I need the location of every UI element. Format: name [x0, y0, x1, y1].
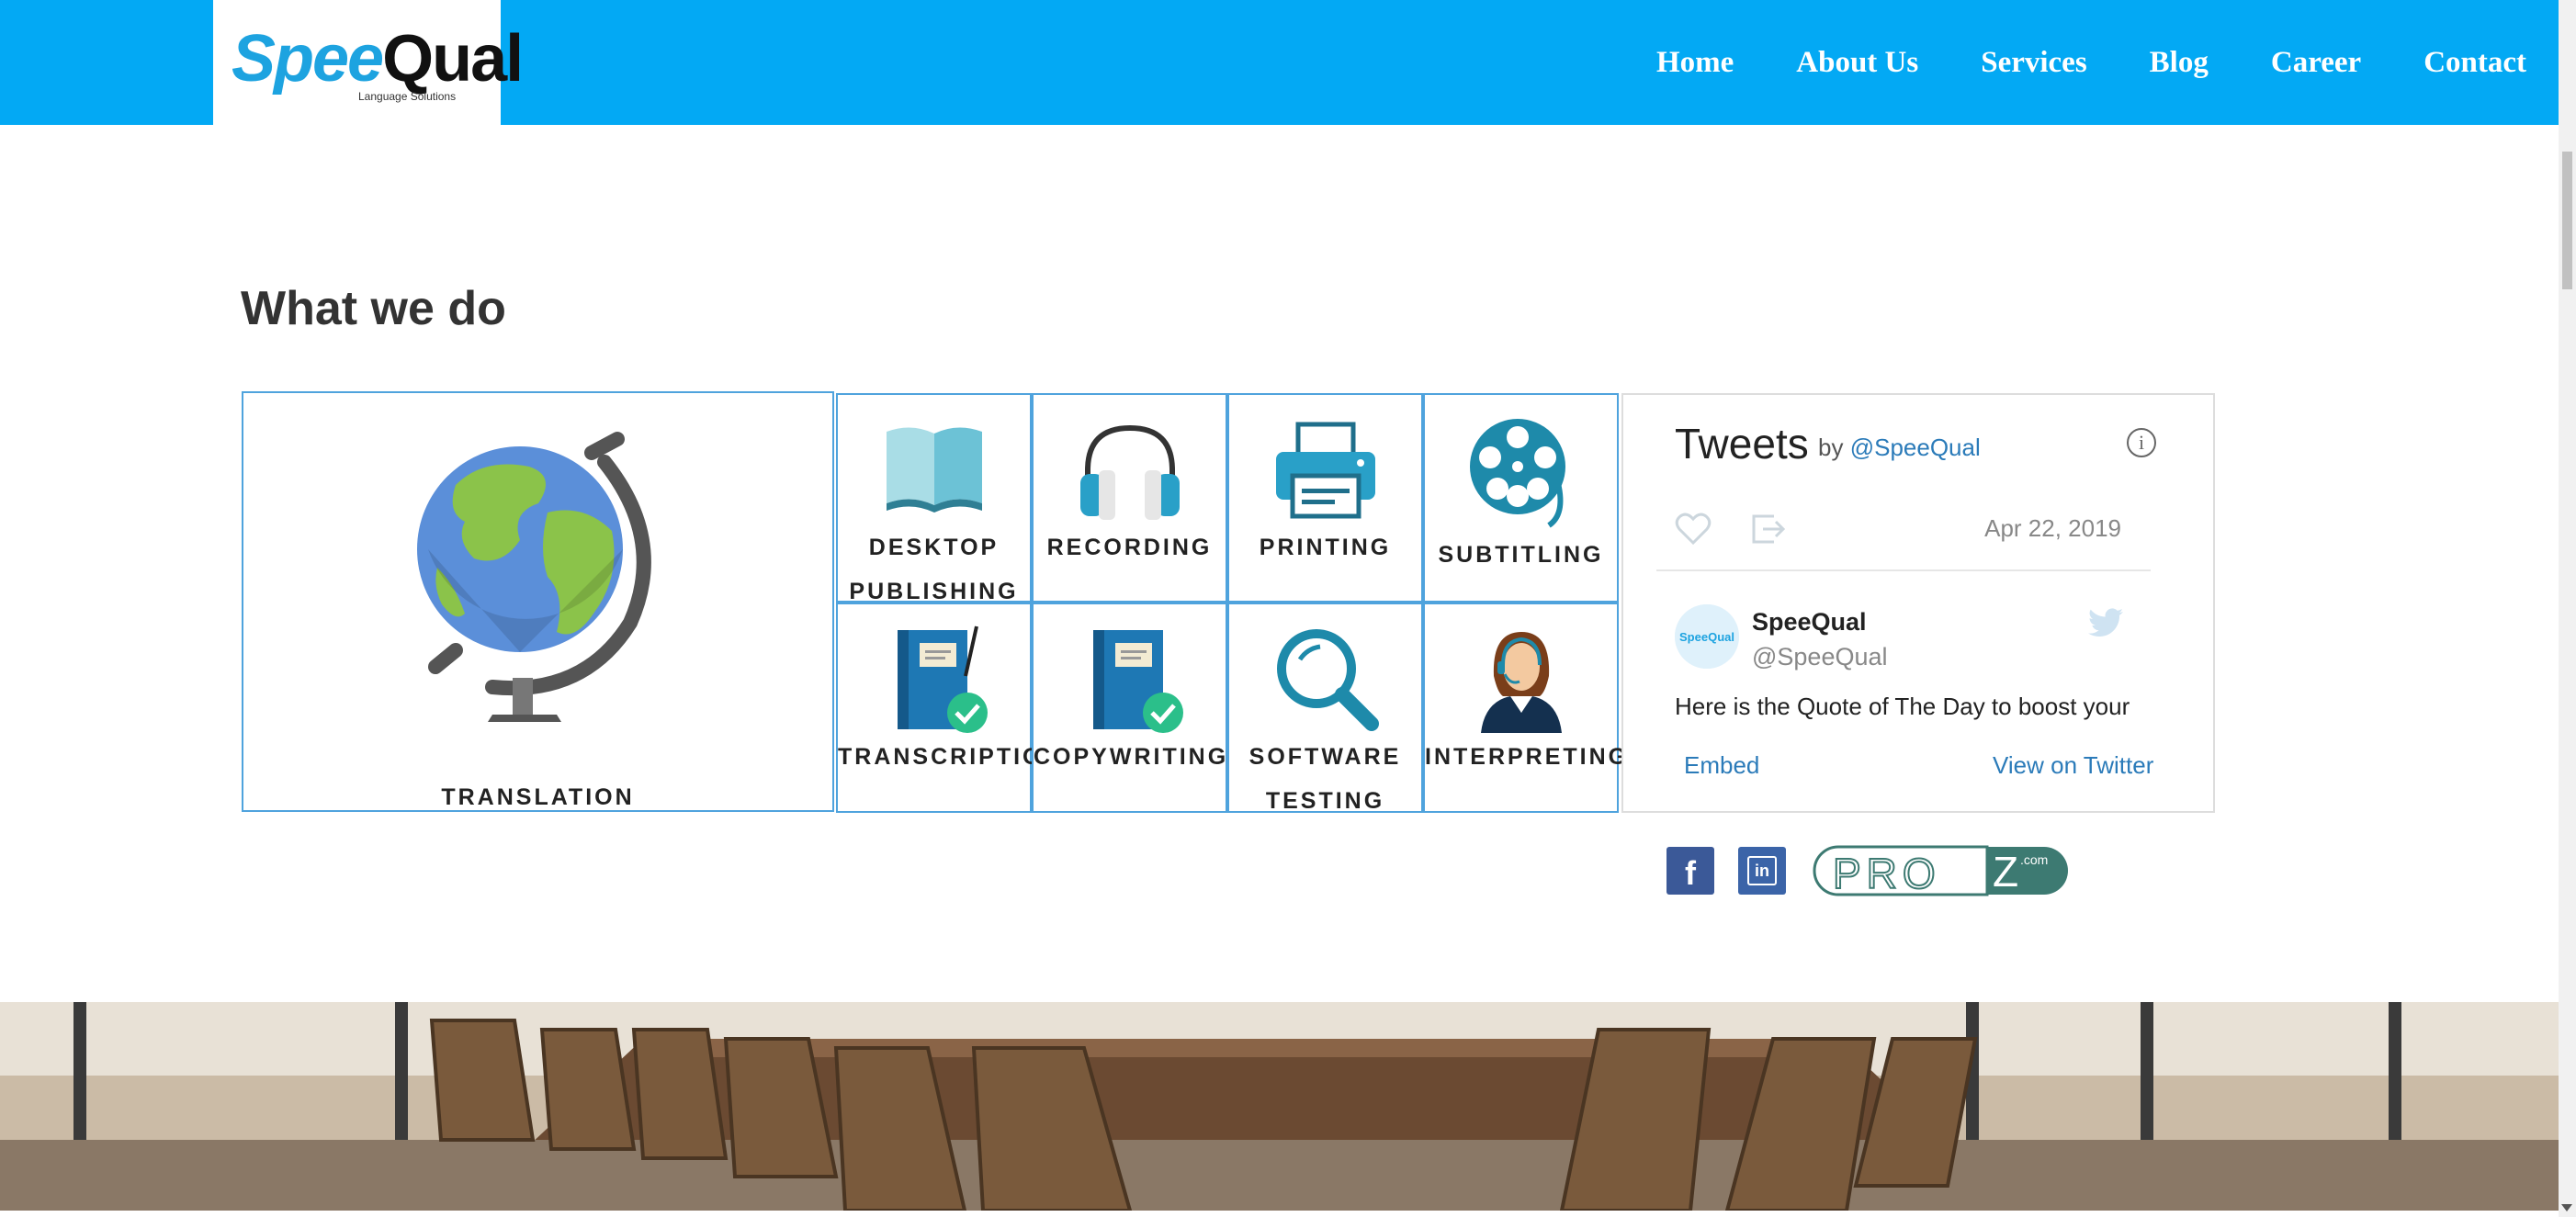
- menu-contact[interactable]: Contact: [2423, 46, 2526, 80]
- service-label-printing: PRINTING: [1259, 535, 1392, 560]
- service-software-testing[interactable]: SOFTWARE TESTING: [1227, 603, 1423, 814]
- twitter-profile-link[interactable]: @SpeeQual: [1850, 434, 1981, 461]
- section-title: What we do: [241, 282, 506, 335]
- menu-about-us[interactable]: About Us: [1796, 46, 1918, 80]
- linkedin-icon[interactable]: in: [1738, 847, 1786, 895]
- heart-icon[interactable]: [1675, 513, 1712, 546]
- headphones-icon: [1034, 419, 1226, 520]
- service-label-copywriting: COPYWRITING: [1034, 744, 1229, 770]
- twitter-widget-title: Tweets: [1675, 420, 1809, 468]
- menu-home[interactable]: Home: [1656, 46, 1734, 80]
- menu-blog[interactable]: Blog: [2150, 46, 2209, 80]
- logo-text-qual: Qual: [382, 22, 524, 96]
- proz-logo[interactable]: PRO Z .com: [1813, 845, 2070, 898]
- service-desktop-publishing[interactable]: DESKTOP PUBLISHING: [836, 393, 1032, 604]
- facebook-letter: f: [1685, 854, 1696, 892]
- service-label-desktop: DESKTOP: [868, 535, 1000, 560]
- service-recording[interactable]: RECORDING: [1032, 393, 1227, 603]
- svg-text:SpeeQual: SpeeQual: [1679, 630, 1734, 644]
- menu-services[interactable]: Services: [1981, 46, 2086, 80]
- twitter-timeline-widget: Tweets by @SpeeQual i Apr 22, 2019 SpeeQ…: [1621, 393, 2215, 813]
- service-label-subtitling: SUBTITLING: [1438, 542, 1604, 568]
- main-menu: Home About Us Services Blog Career Conta…: [1594, 0, 2526, 125]
- facebook-icon[interactable]: f: [1666, 847, 1714, 895]
- top-navbar: SpeeQual Language Solutions Home About U…: [0, 0, 2559, 125]
- proz-logo-z: Z: [1993, 848, 2019, 896]
- twitter-by-label: by: [1818, 434, 1844, 461]
- embed-link[interactable]: Embed: [1684, 751, 1759, 780]
- banner-image: [0, 1002, 2559, 1211]
- page-scrollbar[interactable]: [2559, 0, 2576, 1217]
- service-transcription[interactable]: TRANSCRIPTION: [836, 603, 1063, 813]
- page: SpeeQual Language Solutions Home About U…: [0, 0, 2576, 1217]
- logo-tagline: Language Solutions: [358, 90, 457, 103]
- magnifier-icon: [1229, 625, 1421, 735]
- tweet-date[interactable]: Apr 22, 2019: [1984, 514, 2121, 543]
- service-printing[interactable]: PRINTING: [1227, 393, 1423, 603]
- service-label-software: SOFTWARE: [1248, 744, 1402, 770]
- notebook-check-icon: [1034, 625, 1226, 735]
- film-reel-icon: [1425, 413, 1617, 529]
- tweet-author-handle[interactable]: @SpeeQual: [1752, 643, 1888, 671]
- notebook-check-icon: [838, 625, 1030, 735]
- logo[interactable]: SpeeQual Language Solutions: [213, 0, 524, 125]
- share-icon[interactable]: [1750, 513, 1787, 546]
- avatar[interactable]: SpeeQual: [1675, 604, 1739, 669]
- tweet-actions: Apr 22, 2019: [1656, 489, 2151, 571]
- service-label-translation: TRANSLATION: [441, 784, 635, 810]
- proz-logo-com: .com: [2020, 852, 2049, 867]
- logo-text-spee: Spee: [232, 22, 384, 96]
- globe-icon: [243, 430, 832, 742]
- tweet-feed: Apr 22, 2019 SpeeQual SpeeQual @SpeeQual…: [1656, 489, 2151, 727]
- tweet-author-name[interactable]: SpeeQual: [1752, 608, 1867, 637]
- logo-wordmark: SpeeQual: [232, 26, 524, 92]
- view-on-twitter-link[interactable]: View on Twitter: [1993, 751, 2153, 780]
- service-label-interpreting: INTERPRETING: [1425, 744, 1630, 770]
- service-label-recording: RECORDING: [1046, 535, 1213, 560]
- book-icon: [838, 423, 1030, 514]
- service-label-transcription: TRANSCRIPTION: [838, 744, 1063, 770]
- printer-icon: [1229, 419, 1421, 520]
- page-scrollbar-thumb[interactable]: [2562, 152, 2572, 289]
- service-subtitling[interactable]: SUBTITLING: [1423, 393, 1619, 603]
- service-translation[interactable]: TRANSLATION: [242, 391, 834, 812]
- twitter-bird-icon[interactable]: [2088, 608, 2123, 637]
- linkedin-letters: in: [1747, 856, 1777, 885]
- tweet-text: Here is the Quote of The Day to boost yo…: [1675, 693, 2130, 720]
- interpreter-icon: [1425, 625, 1617, 735]
- service-interpreting[interactable]: INTERPRETING: [1423, 603, 1630, 813]
- proz-logo-pro: PRO: [1832, 849, 1941, 898]
- service-copywriting[interactable]: COPYWRITING: [1032, 603, 1227, 813]
- menu-career[interactable]: Career: [2271, 46, 2361, 80]
- scroll-down-arrow-icon[interactable]: [2561, 1204, 2572, 1211]
- service-label-testing: TESTING: [1265, 788, 1385, 814]
- twitter-by: by @SpeeQual: [1818, 434, 1981, 462]
- info-icon[interactable]: i: [2127, 428, 2156, 457]
